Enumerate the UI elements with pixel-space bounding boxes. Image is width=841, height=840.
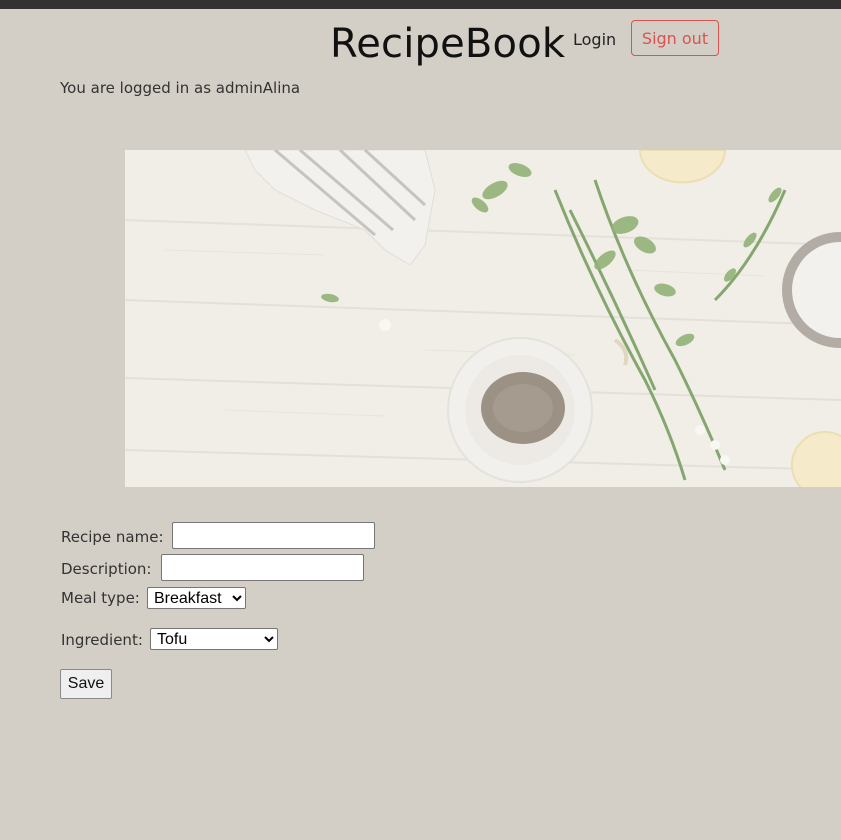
logged-in-status: You are logged in as adminAlina [60,79,301,97]
recipe-name-label: Recipe name: [61,528,164,546]
description-label: Description: [61,560,152,578]
hero-image [125,150,841,487]
login-link[interactable]: Login [573,30,616,50]
top-bar [0,0,841,9]
brand-title: RecipeBook [330,21,566,67]
save-button[interactable]: Save [60,669,112,699]
ingredient-select[interactable]: Tofu [150,628,278,650]
meal-type-select[interactable]: Breakfast [147,587,246,609]
herbs-photo [125,150,841,487]
meal-type-label: Meal type: [61,589,140,607]
recipe-name-input[interactable] [172,522,375,549]
sign-out-button[interactable]: Sign out [631,20,719,56]
ingredient-label: Ingredient: [61,631,143,649]
description-input[interactable] [161,554,364,581]
